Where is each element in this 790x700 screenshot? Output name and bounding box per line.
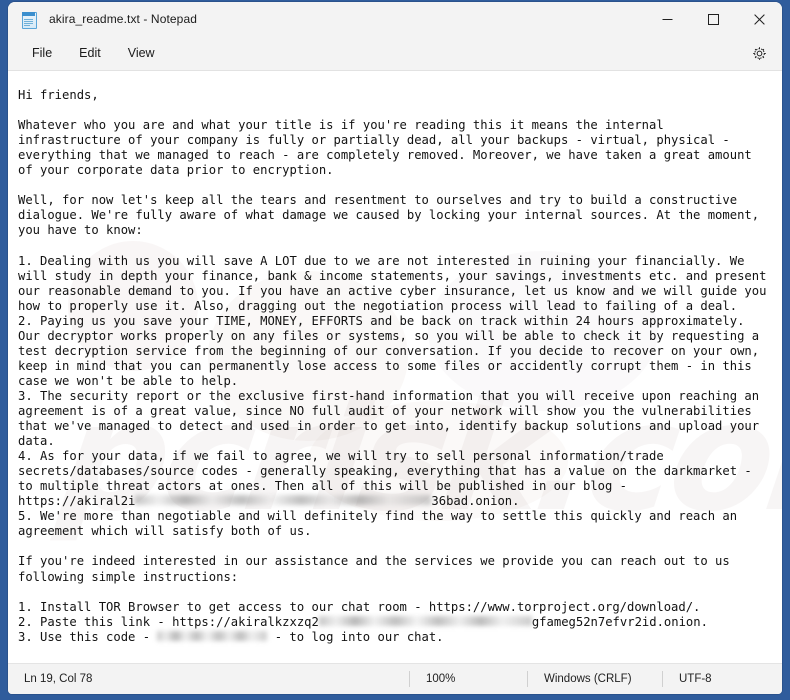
encoding[interactable]: UTF-8 [662, 671, 782, 687]
gear-icon [752, 46, 766, 60]
para-point-3: 3. The security report or the exclusive … [18, 388, 767, 449]
line-ending[interactable]: Windows (CRLF) [527, 671, 662, 687]
instruction-2-link-prefix: 2. Paste this link - https://akiralkzxzq… [18, 614, 319, 629]
line-ending-label: Windows (CRLF) [544, 673, 632, 685]
redacted-chat-link: redacted [318, 615, 532, 626]
menu-item-edit[interactable]: Edit [68, 42, 112, 64]
maximize-icon [707, 13, 719, 25]
instruction-2-link-suffix: gfameg52n7efvr2id.onion. [531, 614, 708, 629]
close-button[interactable] [736, 2, 782, 36]
para-point-5: 5. We're more than negotiable and will d… [18, 509, 745, 539]
note-body[interactable]: Hi friends, Whatever who you are and wha… [8, 71, 782, 660]
zoom-level-label: 100% [426, 673, 456, 685]
para-point-2: 2. Paying us you save your TIME, MONEY, … [18, 313, 767, 388]
para-point-1: 1. Dealing with us you will save A LOT d… [18, 253, 774, 313]
redacted-code: redacted [157, 630, 268, 641]
encoding-label: UTF-8 [679, 673, 712, 685]
instruction-3-code-prefix: 3. Use this code - [18, 629, 158, 644]
minimize-button[interactable] [644, 2, 690, 36]
menu-bar: File Edit View [8, 36, 782, 71]
text-editor[interactable]: pcrisk.com Hi friends, Whatever who you … [8, 71, 782, 663]
para-contact-intro: If you're indeed interested in our assis… [18, 554, 738, 584]
menu-item-file[interactable]: File [21, 42, 63, 64]
cursor-position: Ln 19, Col 78 [24, 673, 93, 685]
settings-button[interactable] [746, 40, 772, 66]
desktop-background: akira_readme.txt - Notepad File Edit Vie… [0, 0, 790, 700]
notepad-icon [21, 10, 37, 29]
menu-item-view[interactable]: View [117, 42, 166, 64]
title-bar[interactable]: akira_readme.txt - Notepad [8, 2, 782, 36]
instruction-1-tor: 1. Install TOR Browser to get access to … [18, 599, 701, 614]
para-greeting: Hi friends, [18, 88, 99, 102]
redacted-blog-url: redacted [135, 495, 432, 506]
close-icon [753, 13, 765, 25]
instruction-3-code-suffix: - to log into our chat. [267, 629, 444, 644]
para-dialogue: Well, for now let's keep all the tears a… [18, 193, 767, 238]
status-bar: Ln 19, Col 78 100% Windows (CRLF) UTF-8 [8, 663, 782, 694]
notepad-window: akira_readme.txt - Notepad File Edit Vie… [8, 2, 782, 694]
maximize-button[interactable] [690, 2, 736, 36]
window-title: akira_readme.txt - Notepad [49, 12, 198, 26]
para-point-4: 4. As for your data, if we fail to agree… [18, 449, 760, 494]
zoom-level[interactable]: 100% [409, 671, 527, 687]
para-intro: Whatever who you are and what your title… [18, 118, 760, 178]
blog-url-suffix: 36bad.onion. [431, 494, 520, 509]
minimize-icon [662, 18, 672, 20]
blog-url-prefix: https://akiral2i [18, 494, 136, 509]
